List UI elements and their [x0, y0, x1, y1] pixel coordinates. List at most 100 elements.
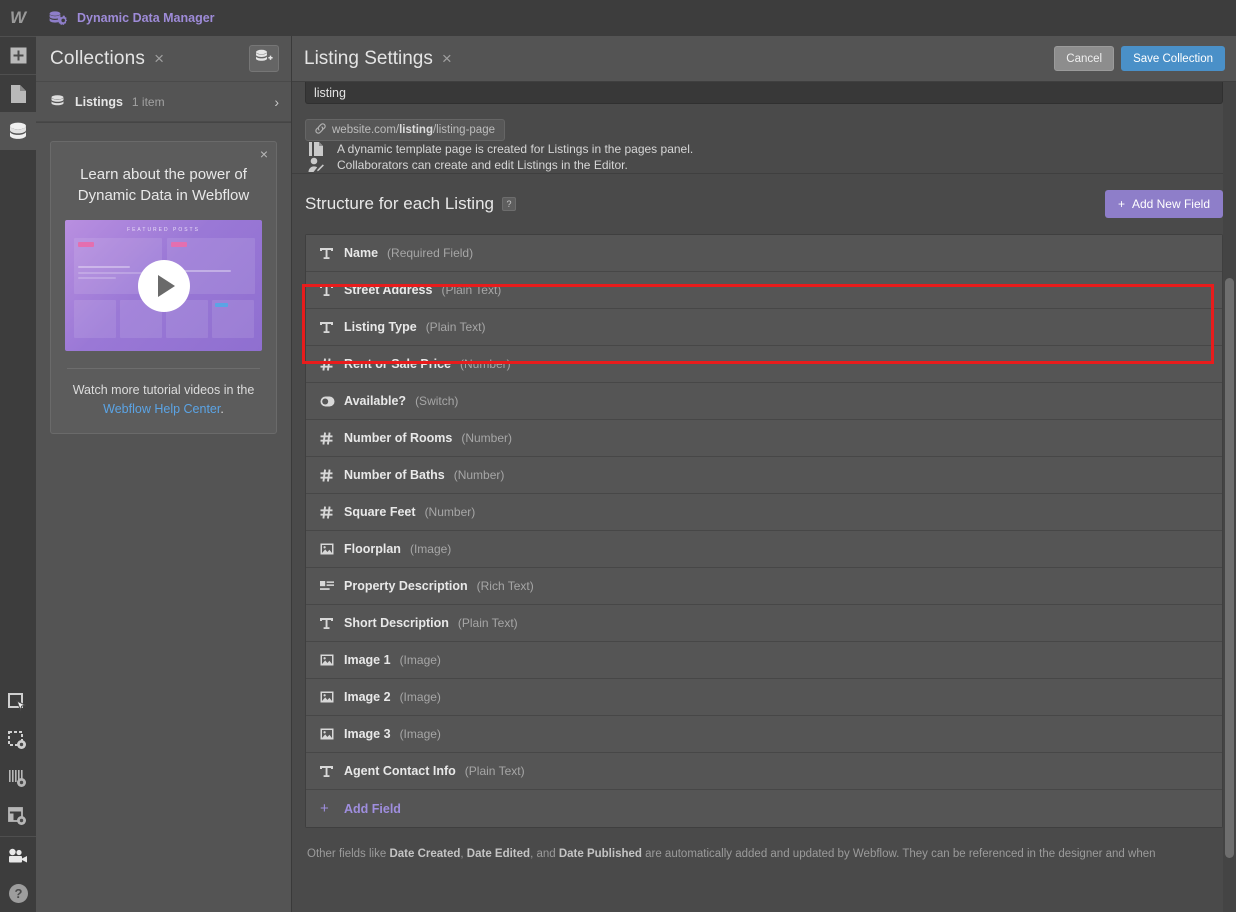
text-icon [320, 617, 344, 630]
field-label: Agent Contact Info [344, 764, 456, 778]
field-label: Listing Type [344, 320, 417, 334]
vertical-scrollbar-thumb[interactable] [1225, 278, 1234, 858]
field-label: Number of Rooms [344, 431, 453, 445]
promo-footer-period: . [220, 402, 224, 416]
collection-item-count: 1 item [131, 94, 165, 109]
settings-scroll-area: listing website.com/listing/listing-page… [292, 82, 1236, 912]
field-row[interactable]: Available? (Switch) [306, 383, 1222, 420]
switch-icon [320, 396, 344, 407]
field-row[interactable]: Number of Baths (Number) [306, 457, 1222, 494]
bars-eye-icon [8, 769, 28, 789]
promo-footer-text: Watch more tutorial videos in the [72, 383, 255, 397]
promo-title: Learn about the power of Dynamic Data in… [77, 166, 250, 204]
add-new-field-button[interactable]: + Add New Field [1104, 190, 1223, 218]
field-type: (Rich Text) [476, 579, 534, 593]
interactions-panel-button[interactable] [0, 760, 36, 798]
field-type: (Image) [399, 653, 441, 667]
image-icon [320, 728, 344, 740]
database-icon [50, 94, 65, 109]
promo-divider [67, 368, 260, 369]
field-type: (Number) [453, 468, 505, 482]
field-label: Image 2 [344, 690, 391, 704]
field-type: (Number) [460, 357, 511, 371]
webflow-help-center-link[interactable]: Webflow Help Center [103, 402, 220, 416]
image-icon [320, 654, 344, 666]
field-label: Rent or Sale Price [344, 357, 451, 371]
preview-selection-button[interactable] [0, 722, 36, 760]
collections-panel: Collections × Listings 1 item › × Learn … [36, 36, 292, 912]
link-icon [315, 123, 326, 137]
field-label: Short Description [344, 616, 449, 630]
add-field-row[interactable]: + Add Field [306, 790, 1222, 827]
field-row[interactable]: Name (Required Field) [306, 235, 1222, 272]
field-row[interactable]: Square Feet (Number) [306, 494, 1222, 531]
database-plus-icon [255, 49, 273, 69]
new-collection-button[interactable] [249, 45, 279, 72]
field-row[interactable]: Property Description (Rich Text) [306, 568, 1222, 605]
collection-name-input[interactable]: listing [305, 82, 1223, 104]
page-icon [10, 84, 26, 103]
field-type: (Plain Text) [457, 616, 518, 630]
promo-video-thumbnail[interactable]: FEATURED POSTS [65, 220, 262, 351]
cursor-box-icon [8, 693, 28, 713]
webflow-logo-icon[interactable]: W [0, 0, 36, 36]
titlebar-title: Dynamic Data Manager [77, 11, 215, 25]
page-title: Listing Settings [304, 47, 433, 69]
field-type: (Number) [424, 505, 476, 519]
field-label: Image 1 [344, 653, 391, 667]
field-row[interactable]: Image 2 (Image) [306, 679, 1222, 716]
field-row[interactable]: Number of Rooms (Number) [306, 420, 1222, 457]
database-icon [8, 122, 28, 141]
structure-section: Structure for each Listing ? + Add New F… [292, 174, 1236, 863]
vertical-scrollbar-track[interactable] [1223, 82, 1236, 912]
selector-tool-button[interactable] [0, 684, 36, 722]
close-listing-settings-icon[interactable]: × [442, 50, 452, 67]
richtext-icon [320, 580, 344, 592]
layout-preview-button[interactable] [0, 798, 36, 836]
structure-heading: Structure for each Listing [305, 194, 494, 213]
add-element-button[interactable] [0, 36, 36, 74]
field-label: Floorplan [344, 542, 401, 556]
info-text: A dynamic template page is created for L… [337, 142, 694, 156]
field-row[interactable]: Image 3 (Image) [306, 716, 1222, 753]
listing-settings-panel: Listing Settings × Cancel Save Collectio… [292, 36, 1236, 912]
field-row[interactable]: Street Address (Plain Text) [306, 272, 1222, 309]
field-row[interactable]: Rent or Sale Price (Number) [306, 346, 1222, 383]
add-new-field-label: Add New Field [1131, 197, 1210, 211]
video-thumb-caption: FEATURED POSTS [127, 227, 200, 233]
field-type: (Switch) [415, 394, 459, 408]
note-part4: are automatically added and updated by W… [641, 848, 1156, 860]
question-circle-icon: ? [8, 883, 29, 904]
help-button[interactable]: ? [0, 874, 36, 912]
video-camera-icon [8, 848, 29, 864]
field-row[interactable]: Floorplan (Image) [306, 531, 1222, 568]
plus-icon: + [320, 800, 329, 817]
promo-footer: Watch more tutorial videos in the Webflo… [65, 381, 262, 419]
close-promo-icon[interactable]: × [260, 146, 268, 162]
cancel-button[interactable]: Cancel [1054, 46, 1115, 71]
field-row[interactable]: Agent Contact Info (Plain Text) [306, 753, 1222, 790]
cms-panel-button[interactable] [0, 112, 36, 150]
collections-panel-header: Collections × [36, 36, 291, 82]
layout-eye-icon [8, 807, 28, 827]
dashed-box-eye-icon [8, 731, 28, 751]
page-template-icon [307, 141, 325, 157]
svg-text:?: ? [14, 886, 22, 901]
field-row[interactable]: Listing Type (Plain Text) [306, 309, 1222, 346]
pages-panel-button[interactable] [0, 74, 36, 112]
field-label: Available? [344, 394, 407, 408]
help-badge-icon[interactable]: ? [501, 197, 516, 211]
play-button[interactable] [137, 259, 190, 312]
field-label: Number of Baths [344, 468, 445, 482]
number-icon [320, 468, 344, 482]
close-collections-icon[interactable]: × [154, 50, 164, 67]
collection-item-listings[interactable]: Listings 1 item › [36, 82, 291, 122]
field-row[interactable]: Short Description (Plain Text) [306, 605, 1222, 642]
collections-panel-title: Collections [50, 47, 146, 69]
save-collection-button[interactable]: Save Collection [1121, 46, 1225, 71]
field-row[interactable]: Image 1 (Image) [306, 642, 1222, 679]
video-tutorials-button[interactable] [0, 836, 36, 874]
number-icon [320, 505, 344, 519]
plus-icon: + [1117, 197, 1125, 211]
collection-slug-preview[interactable]: website.com/listing/listing-page [305, 119, 505, 141]
